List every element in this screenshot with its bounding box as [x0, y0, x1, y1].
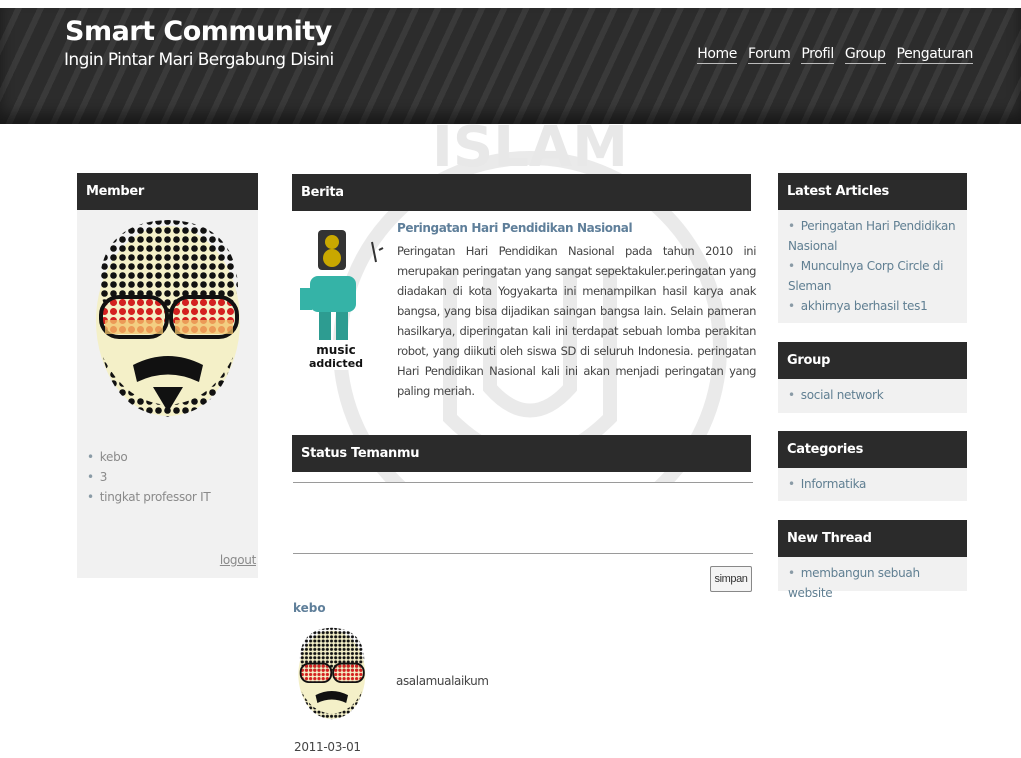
post-text: asalamualaikum [396, 674, 489, 688]
member-info-list: kebo 3 tingkat professor IT [77, 441, 220, 513]
member-avatar [96, 220, 240, 417]
member-post-count: 3 [87, 467, 210, 487]
nav-forum[interactable]: Forum [747, 46, 791, 64]
site-tagline: Ingin Pintar Mari Bergabung Disini [64, 50, 334, 70]
simpan-button[interactable]: simpan [710, 566, 752, 592]
latest-article-link[interactable]: akhirnya berhasil tes1 [788, 296, 957, 316]
latest-article-link[interactable]: Munculnya Corp Circle di Sleman [788, 256, 957, 296]
post-author-link[interactable]: kebo [293, 601, 326, 615]
group-panel: Group social network [778, 342, 967, 413]
status-input[interactable] [293, 482, 753, 554]
thread-link[interactable]: membangun sebuah website [788, 563, 957, 603]
news-image[interactable]: music addicted [294, 222, 389, 372]
categories-panel: Categories Informatika [778, 431, 967, 501]
member-heading: Member [77, 173, 258, 210]
news-body: Peringatan Hari Pendidikan Nasional pada… [397, 244, 756, 398]
latest-articles-heading: Latest Articles [778, 173, 967, 210]
logout-link[interactable]: logout [220, 553, 256, 567]
nav-profil[interactable]: Profil [801, 46, 834, 64]
post-date: 2011-03-01 [294, 740, 361, 754]
new-thread-heading: New Thread [778, 520, 967, 557]
main-nav: Home Forum Profil Group Pengaturan [697, 46, 973, 64]
category-link[interactable]: Informatika [788, 474, 957, 494]
group-link[interactable]: social network [788, 385, 957, 405]
new-thread-panel: New Thread membangun sebuah website [778, 520, 967, 600]
news-image-caption-1: music [316, 343, 355, 357]
nav-pengaturan[interactable]: Pengaturan [896, 46, 973, 64]
group-heading: Group [778, 342, 967, 379]
status-heading: Status Temanmu [292, 435, 751, 472]
site-title[interactable]: Smart Community [65, 16, 332, 47]
member-username: kebo [87, 447, 210, 467]
nav-group[interactable]: Group [844, 46, 886, 64]
news-title-link[interactable]: Peringatan Hari Pendidikan Nasional [397, 221, 633, 235]
nav-home[interactable]: Home [697, 46, 737, 64]
post-avatar [298, 627, 366, 720]
watermark-text: ISLAM [432, 115, 628, 180]
news-image-caption-2: addicted [309, 357, 363, 370]
categories-heading: Categories [778, 431, 967, 468]
berita-heading: Berita [292, 174, 751, 211]
latest-article-link[interactable]: Peringatan Hari Pendidikan Nasional [788, 216, 957, 256]
site-header: Smart Community Ingin Pintar Mari Bergab… [0, 8, 1021, 124]
member-rank: tingkat professor IT [87, 487, 211, 507]
latest-articles-panel: Latest Articles Peringatan Hari Pendidik… [778, 173, 967, 323]
member-panel: Member kebo 3 tingkat professor IT logou… [77, 173, 258, 578]
